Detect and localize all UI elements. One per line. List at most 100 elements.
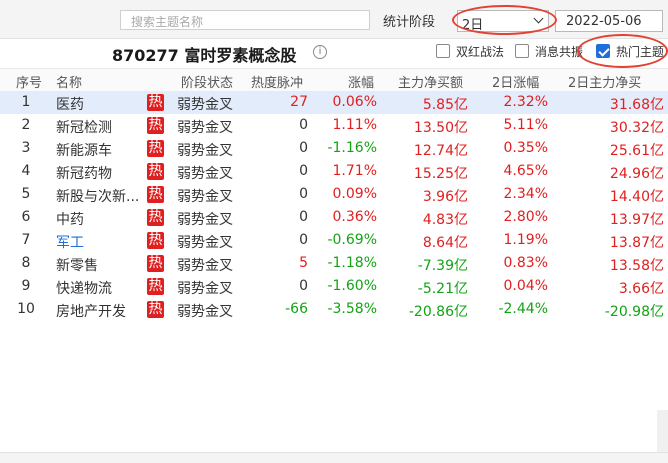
checkbox-box [436,44,450,58]
table-row[interactable]: 1 医药 弱势金叉 27 0.06% 5.85亿 2.32% 31.68亿 热 [0,91,668,114]
row-name: 新冠药物 [56,166,112,182]
row-status: 弱势金叉 [177,235,233,251]
search-placeholder: 搜索主题名称 [131,15,204,29]
row-net-buy: 5.85亿 [422,97,468,113]
row-change: -1.18% [327,255,377,271]
row-change-2d: 1.19% [503,232,548,248]
row-net-buy-2d: 31.68亿 [609,97,664,113]
row-change: 0.06% [332,94,377,110]
hot-badge-icon[interactable]: 热 [147,301,164,318]
row-index: 5 [21,186,31,202]
row-heat: 27 [290,94,308,110]
table-header: 序号 名称 阶段状态 热度脉冲 涨幅 主力净买额 2日涨幅 2日主力净买 [0,68,668,92]
row-change-2d: 5.11% [503,117,548,133]
row-name: 新能源车 [56,143,112,159]
checkbox-box [515,44,529,58]
table-row[interactable]: 5 新股与次新... 弱势金叉 0 0.09% 3.96亿 2.34% 14.40亿 热 [0,183,668,206]
row-net-buy: 15.25亿 [413,166,468,182]
col-name[interactable]: 名称 [56,72,82,91]
row-change-2d: 4.65% [503,163,548,179]
row-net-buy: 12.74亿 [413,143,468,159]
hot-badge-icon[interactable]: 热 [147,255,164,272]
row-change-2d: 0.35% [503,140,548,156]
row-change: 1.11% [332,117,377,133]
row-status: 弱势金叉 [177,189,233,205]
row-heat: 0 [299,278,308,294]
bottom-strip [0,452,668,463]
checkbox-box [596,44,610,58]
row-index: 1 [21,94,31,110]
hot-badge-icon[interactable]: 热 [147,232,164,249]
hot-badge-icon[interactable]: 热 [147,94,164,111]
row-index: 9 [21,278,31,294]
row-status: 弱势金叉 [177,212,233,228]
table-row[interactable]: 2 新冠检测 弱势金叉 0 1.11% 13.50亿 5.11% 30.32亿 热 [0,114,668,137]
stage-value: 2日 [462,18,484,33]
page-title: 870277 富时罗素概念股 [112,46,297,65]
row-change-2d: -2.44% [498,301,548,317]
row-net-buy-2d: 13.97亿 [609,212,664,228]
row-net-buy-2d: -20.98亿 [604,304,664,320]
row-index: 6 [21,209,31,225]
vertical-scrollbar[interactable] [657,410,668,452]
table-row[interactable]: 7 军工 弱势金叉 0 -0.69% 8.64亿 1.19% 13.87亿 热 [0,229,668,252]
row-name: 房地产开发 [56,304,126,320]
row-name: 快递物流 [56,281,112,297]
row-net-buy: -7.39亿 [417,258,468,274]
row-change-2d: 2.32% [503,94,548,110]
hot-badge-icon[interactable]: 热 [147,278,164,295]
row-net-buy: 13.50亿 [413,120,468,136]
row-index: 7 [21,232,31,248]
row-net-buy-2d: 14.40亿 [609,189,664,205]
row-net-buy: 4.83亿 [422,212,468,228]
row-change-2d: 0.04% [503,278,548,294]
col-net-buy-2d[interactable]: 2日主力净买 [568,72,641,91]
row-change: -1.60% [327,278,377,294]
row-change: -1.16% [327,140,377,156]
row-status: 弱势金叉 [177,143,233,159]
table-row[interactable]: 3 新能源车 弱势金叉 0 -1.16% 12.74亿 0.35% 25.61亿 热 [0,137,668,160]
hot-badge-icon[interactable]: 热 [147,140,164,157]
col-change-2d[interactable]: 2日涨幅 [492,72,539,91]
row-net-buy-2d: 30.32亿 [609,120,664,136]
row-heat: 0 [299,163,308,179]
table-row[interactable]: 10 房地产开发 弱势金叉 -66 -3.58% -20.86亿 -2.44% -20.98亿… [0,298,668,321]
row-index: 10 [17,301,35,317]
row-change: -3.58% [327,301,377,317]
row-name: 军工 [56,235,84,251]
row-name: 新冠检测 [56,120,112,136]
row-net-buy: 8.64亿 [422,235,468,251]
col-index[interactable]: 序号 [16,72,42,91]
row-index: 8 [21,255,31,271]
hot-badge-icon[interactable]: 热 [147,209,164,226]
table-row[interactable]: 4 新冠药物 弱势金叉 0 1.71% 15.25亿 4.65% 24.96亿 热 [0,160,668,183]
row-change: 1.71% [332,163,377,179]
table-row[interactable]: 6 中药 弱势金叉 0 0.36% 4.83亿 2.80% 13.97亿 热 [0,206,668,229]
hot-badge-icon[interactable]: 热 [147,186,164,203]
hot-badge-icon[interactable]: 热 [147,117,164,134]
title-bar: 870277 富时罗素概念股 i 双红战法 消息共振 热门主题 [0,38,668,68]
search-input[interactable]: 搜索主题名称 [120,10,370,30]
row-status: 弱势金叉 [177,258,233,274]
row-heat: 0 [299,117,308,133]
col-change[interactable]: 涨幅 [348,72,374,91]
row-heat: 0 [299,186,308,202]
date-picker[interactable]: 2022-05-06 [555,10,663,32]
row-status: 弱势金叉 [177,304,233,320]
row-index: 2 [21,117,31,133]
stage-dropdown[interactable]: 2日 [457,10,549,33]
row-name: 医药 [56,97,84,113]
row-change-2d: 0.83% [503,255,548,271]
row-name: 新股与次新... [56,189,140,205]
col-heat[interactable]: 热度脉冲 [251,72,303,91]
col-net-buy[interactable]: 主力净买额 [398,72,463,91]
row-heat: 0 [299,140,308,156]
row-index: 4 [21,163,31,179]
row-net-buy-2d: 25.61亿 [609,143,664,159]
row-heat: 0 [299,209,308,225]
info-icon[interactable]: i [313,45,327,59]
col-status[interactable]: 阶段状态 [181,72,233,91]
hot-badge-icon[interactable]: 热 [147,163,164,180]
table-row[interactable]: 8 新零售 弱势金叉 5 -1.18% -7.39亿 0.83% 13.58亿 热 [0,252,668,275]
table-row[interactable]: 9 快递物流 弱势金叉 0 -1.60% -5.21亿 0.04% 3.66亿 热 [0,275,668,298]
